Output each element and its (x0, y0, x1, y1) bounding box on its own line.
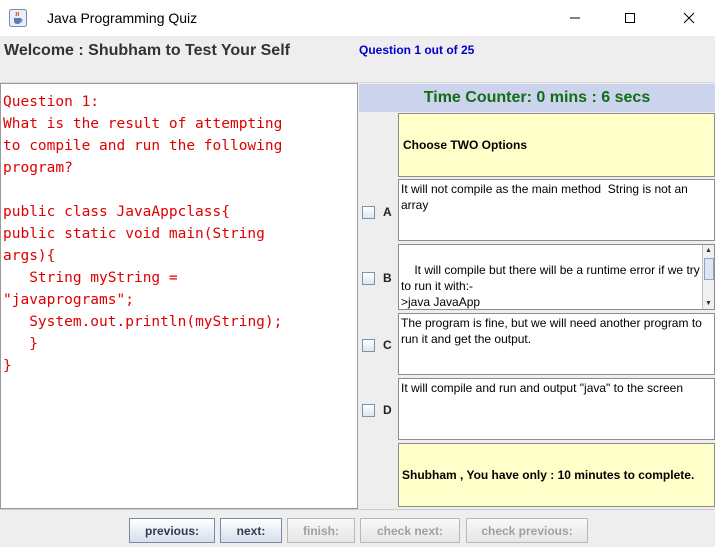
next-button[interactable]: next: (220, 518, 282, 543)
option-a-row: A It will not compile as the main method… (359, 179, 715, 241)
option-c-row: C The program is fine, but we will need … (359, 313, 715, 375)
instruction-label: Choose TWO Options (398, 113, 715, 177)
option-b-checkbox[interactable] (362, 272, 375, 285)
close-button[interactable] (666, 0, 712, 36)
previous-button[interactable]: previous: (129, 518, 215, 543)
option-a-text[interactable]: It will not compile as the main method S… (398, 179, 715, 241)
header: Welcome : Shubham to Test Your Self Ques… (0, 36, 715, 83)
question-count-label: Question 1 out of 25 (359, 43, 475, 57)
option-b-scrollbar[interactable]: ▲ ▼ (702, 245, 714, 309)
maximize-button[interactable] (607, 0, 653, 36)
option-b-row: B It will compile but there will be a ru… (359, 244, 715, 310)
finish-button[interactable]: finish: (287, 518, 355, 543)
option-b-text: It will compile but there will be a runt… (401, 263, 700, 309)
time-counter: Time Counter: 0 mins : 6 secs (359, 84, 715, 112)
close-icon (683, 12, 695, 24)
option-a-letter: A (383, 205, 392, 219)
scroll-up-arrow-icon[interactable]: ▲ (703, 245, 714, 256)
check-previous-button[interactable]: check previous: (466, 518, 588, 543)
minimize-button[interactable] (552, 0, 598, 36)
option-c-letter: C (383, 338, 392, 352)
option-d-letter: D (383, 403, 392, 417)
minimize-icon (570, 17, 580, 19)
scroll-down-arrow-icon[interactable]: ▼ (703, 298, 714, 309)
footer-button-bar: previous: next: finish: check next: chec… (0, 509, 715, 547)
option-d-row: D It will compile and run and output "ja… (359, 378, 715, 440)
check-next-button[interactable]: check next: (360, 518, 460, 543)
window-title: Java Programming Quiz (47, 10, 198, 26)
scroll-thumb[interactable] (704, 258, 714, 280)
option-a-checkbox[interactable] (362, 206, 375, 219)
question-panel[interactable]: Question 1: What is the result of attemp… (0, 83, 358, 509)
option-b-textbox[interactable]: It will compile but there will be a runt… (398, 244, 715, 310)
title-bar: Java Programming Quiz (0, 0, 715, 36)
option-c-checkbox[interactable] (362, 339, 375, 352)
time-limit-note: Shubham , You have only : 10 minutes to … (398, 443, 715, 507)
question-text: Question 1: What is the result of attemp… (3, 94, 283, 374)
option-b-letter: B (383, 271, 392, 285)
option-d-checkbox[interactable] (362, 404, 375, 417)
option-c-text[interactable]: The program is fine, but we will need an… (398, 313, 715, 375)
welcome-label: Welcome : Shubham to Test Your Self (4, 42, 290, 59)
maximize-icon (625, 13, 635, 23)
java-cup-icon (9, 9, 27, 27)
option-d-text[interactable]: It will compile and run and output "java… (398, 378, 715, 440)
